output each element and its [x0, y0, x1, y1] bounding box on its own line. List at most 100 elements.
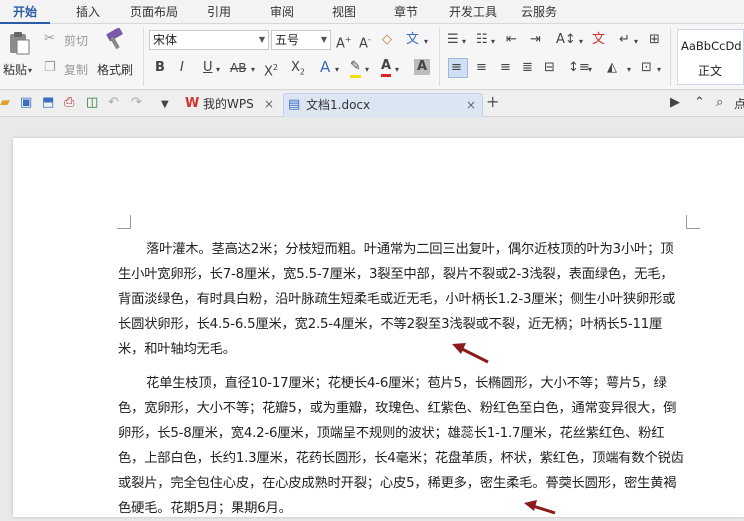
- menu-insert[interactable]: 插入: [65, 0, 111, 24]
- font-color-dropdown-icon[interactable]: ▾: [395, 62, 399, 78]
- highlight-icon[interactable]: ✎: [350, 59, 361, 78]
- tab-document[interactable]: ▤ 文档1.docx ×: [283, 93, 483, 117]
- collapse-icon[interactable]: ⌃: [694, 95, 705, 111]
- strikethrough-dropdown-icon[interactable]: ▾: [251, 62, 255, 78]
- body-paragraph-2[interactable]: 花单生枝顶，直径10-17厘米；花梗长4-6厘米；苞片5，长椭圆形，大小不等；萼…: [118, 371, 685, 521]
- increase-indent-icon[interactable]: ⇥: [530, 32, 541, 48]
- paste-button[interactable]: 粘贴: [3, 61, 27, 78]
- copy-icon[interactable]: ❐: [44, 60, 56, 76]
- superscript-icon[interactable]: X2: [264, 60, 278, 80]
- close-icon[interactable]: ×: [466, 97, 476, 113]
- chevron-down-icon: ▼: [320, 35, 327, 44]
- cut-button[interactable]: 剪切: [64, 32, 88, 49]
- customize-dropdown-icon[interactable]: ▼: [161, 97, 169, 113]
- align-left-icon: ≡: [451, 60, 462, 75]
- case-dropdown-icon[interactable]: ▾: [579, 34, 583, 50]
- folder-icon[interactable]: ▰: [0, 95, 10, 111]
- font-name-select[interactable]: 宋体 ▼: [149, 30, 269, 50]
- brush-icon[interactable]: [103, 27, 127, 52]
- search-label: 点: [734, 97, 744, 111]
- change-case-icon[interactable]: A↕: [556, 32, 576, 48]
- chinese-layout-icon[interactable]: 文: [592, 32, 605, 48]
- format-painter-button[interactable]: 格式刷: [97, 61, 133, 78]
- border-icon[interactable]: ⊡: [641, 60, 652, 76]
- annotation-arrow: [452, 343, 489, 364]
- menu-cloud[interactable]: 云服务: [513, 0, 565, 24]
- menu-references[interactable]: 引用: [197, 0, 241, 24]
- strikethrough-icon[interactable]: AB: [230, 60, 246, 76]
- border-dropdown-icon[interactable]: ▾: [657, 62, 661, 78]
- search-icon[interactable]: ⌕: [716, 95, 723, 111]
- bullet-list-icon[interactable]: ☰: [447, 32, 459, 48]
- menu-view[interactable]: 视图: [322, 0, 366, 24]
- shading-dropdown-icon[interactable]: ▾: [627, 62, 631, 78]
- bullet-dropdown-icon[interactable]: ▾: [462, 34, 466, 50]
- menu-page-layout[interactable]: 页面布局: [123, 0, 185, 24]
- new-tab-icon[interactable]: +: [486, 94, 499, 110]
- paint-bucket-icon[interactable]: ◭: [607, 60, 617, 76]
- shrink-font-icon[interactable]: A-: [359, 32, 371, 52]
- phonetic-icon[interactable]: 文: [406, 32, 419, 48]
- bold-icon[interactable]: B: [155, 60, 165, 76]
- quick-access-bar: ▰ ▣ ⬒ ⎙ ◫ ↶ ↷ ▼ W 我的WPS × ▤ 文档1.docx × +…: [0, 91, 744, 117]
- decrease-indent-icon[interactable]: ⇤: [506, 32, 517, 48]
- marks-dropdown-icon[interactable]: ▾: [634, 34, 638, 50]
- save-icon[interactable]: ▣: [20, 95, 32, 111]
- menu-review[interactable]: 审阅: [259, 0, 305, 24]
- export-pdf-icon[interactable]: ⬒: [42, 95, 54, 111]
- numbered-list-icon[interactable]: ☷: [476, 32, 488, 48]
- copy-button[interactable]: 复制: [64, 61, 88, 78]
- numbered-dropdown-icon[interactable]: ▾: [491, 34, 495, 50]
- font-size-value: 五号: [275, 33, 300, 47]
- body-paragraph-1[interactable]: 落叶灌木。茎高达2米；分枝短而粗。叶通常为二回三出复叶，偶尔近枝顶的叶为3小叶；…: [118, 237, 685, 362]
- style-normal[interactable]: AaBbCcDd 正文: [677, 29, 744, 85]
- text-effect-dropdown-icon[interactable]: ▾: [335, 62, 339, 78]
- underline-dropdown-icon[interactable]: ▾: [216, 62, 220, 78]
- distribute-icon[interactable]: ⊟: [544, 60, 555, 76]
- align-right-icon[interactable]: ≡: [500, 60, 511, 76]
- line-spacing-dropdown-icon[interactable]: ▾: [588, 62, 592, 78]
- table-icon[interactable]: ⊞: [649, 32, 660, 48]
- print-preview-icon[interactable]: ◫: [86, 95, 98, 111]
- char-shading-icon[interactable]: A: [414, 59, 430, 75]
- presentation-icon[interactable]: ▶: [670, 95, 680, 111]
- print-icon[interactable]: ⎙: [64, 95, 74, 111]
- font-color-icon[interactable]: A: [381, 58, 392, 77]
- ribbon-divider: [439, 28, 440, 86]
- menu-home[interactable]: 开始: [0, 0, 50, 24]
- clear-format-icon[interactable]: ◇: [382, 32, 392, 48]
- tab-my-wps-label: 我的WPS: [203, 97, 254, 111]
- menu-section[interactable]: 章节: [384, 0, 428, 24]
- show-marks-icon[interactable]: ↵: [619, 32, 630, 48]
- paste-icon[interactable]: [6, 30, 32, 56]
- scissors-icon[interactable]: ✂: [44, 31, 55, 47]
- word-doc-icon: ▤: [288, 97, 301, 112]
- style-preview-text: AaBbCcDd: [681, 39, 742, 53]
- menu-developer[interactable]: 开发工具: [443, 0, 503, 24]
- line-spacing-icon[interactable]: ↕≡: [568, 60, 590, 76]
- highlight-dropdown-icon[interactable]: ▾: [365, 62, 369, 78]
- undo-icon[interactable]: ↶: [108, 95, 119, 111]
- style-name-label: 正文: [698, 64, 723, 78]
- tab-my-wps[interactable]: W 我的WPS ×: [180, 93, 280, 117]
- subscript-icon[interactable]: X2: [291, 60, 305, 81]
- italic-icon[interactable]: I: [180, 60, 184, 76]
- wps-logo-icon: W: [185, 96, 200, 111]
- close-icon[interactable]: ×: [264, 96, 274, 112]
- justify-icon[interactable]: ≣: [522, 60, 533, 76]
- annotation-arrow: [524, 500, 556, 515]
- crop-mark: [686, 215, 700, 229]
- paste-dropdown-icon[interactable]: ▾: [28, 63, 32, 79]
- font-name-value: 宋体: [153, 33, 178, 47]
- ribbon-toolbar: 粘贴 ▾ ✂ 剪切 ❐ 复制 格式刷 宋体 ▼ 五号 ▼ A+ A- ◇ 文 ▾ B…: [0, 24, 744, 90]
- tab-document-label: 文档1.docx: [306, 98, 371, 112]
- ribbon-divider: [670, 28, 671, 86]
- phonetic-dropdown-icon[interactable]: ▾: [424, 34, 428, 50]
- font-size-select[interactable]: 五号 ▼: [271, 30, 331, 50]
- chevron-down-icon: ▼: [258, 35, 265, 44]
- redo-icon[interactable]: ↷: [131, 95, 142, 111]
- text-effect-icon[interactable]: A: [320, 59, 330, 75]
- underline-icon[interactable]: U: [203, 60, 213, 76]
- align-center-icon[interactable]: ≡: [476, 60, 487, 76]
- grow-font-icon[interactable]: A+: [336, 32, 352, 52]
